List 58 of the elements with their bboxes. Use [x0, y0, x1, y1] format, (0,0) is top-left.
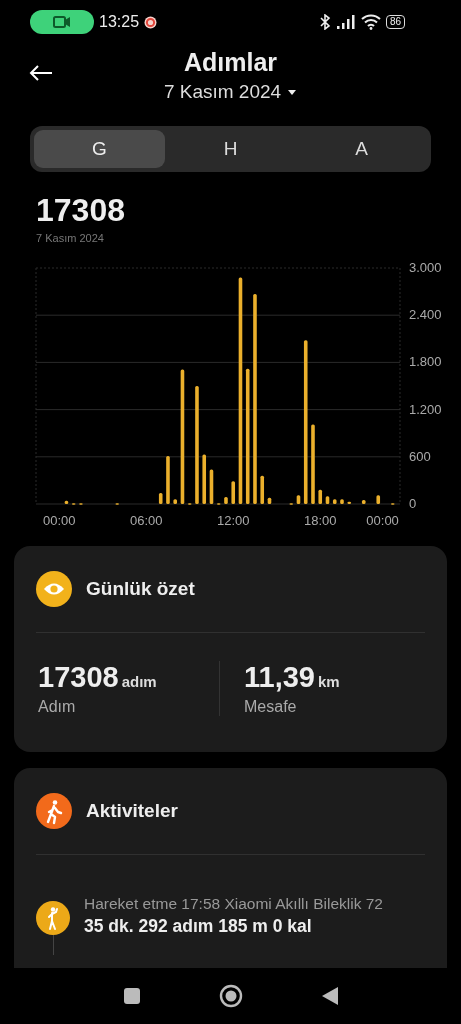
x-axis-label: 00:00: [42, 513, 76, 528]
chart-bar: [64, 500, 69, 504]
stat-label: Mesafe: [244, 698, 298, 716]
period-tab[interactable]: H: [165, 130, 296, 168]
total-date: 7 Kasım 2024: [36, 232, 105, 244]
chart-bar: [166, 456, 170, 504]
y-axis-label: 1.200: [409, 401, 442, 417]
chart-bar: [347, 501, 352, 504]
chart-bar: [340, 499, 344, 504]
y-axis-label: 3.000: [409, 260, 442, 275]
stat-unit: km: [318, 673, 340, 690]
eye-icon: [36, 571, 72, 607]
ring-icon: [144, 15, 158, 29]
chart-bar: [332, 499, 337, 504]
wifi-icon: [360, 14, 381, 30]
card-title: Aktiviteler: [86, 800, 178, 822]
step-total: 17308: [36, 192, 126, 229]
chart-bar: [260, 475, 265, 504]
chart-bar: [224, 496, 228, 504]
activity-title: Hareket etme 17:58 Xiaomi Akıllı Bileklik 72: [84, 895, 383, 913]
status-time: 13:25: [99, 13, 140, 31]
activity-details: 35 dk. 292 adım 185 m 0 kal: [84, 916, 313, 937]
x-axis-label: 18:00: [303, 513, 337, 528]
bluetooth-icon: [318, 14, 331, 30]
period-tab[interactable]: A: [296, 130, 427, 168]
y-axis-label: 0: [409, 496, 417, 511]
chart-bar: [267, 497, 272, 504]
stat-value: 17308: [38, 661, 119, 694]
chart-bar: [325, 496, 330, 504]
y-axis-label: 1.800: [409, 354, 442, 370]
chart-bar: [173, 499, 177, 504]
card-title: Günlük özet: [86, 578, 195, 600]
video-camera-icon: [53, 15, 71, 29]
stat-label: Adım: [38, 698, 77, 716]
exercise-icon: [36, 901, 70, 935]
y-axis-label: 2.400: [409, 307, 442, 323]
chart-bar: [202, 454, 206, 504]
chart-bar: [296, 495, 301, 504]
walking-icon: [36, 793, 72, 829]
page-title: Adımlar: [183, 48, 278, 77]
period-tab[interactable]: G: [34, 130, 165, 168]
chart-bar: [376, 495, 381, 504]
y-axis-label: 600: [409, 448, 431, 464]
signal-icon: [335, 15, 356, 29]
x-axis-label: 06:00: [129, 513, 163, 528]
caret-icon: [287, 88, 298, 96]
stat-value: 11,39: [244, 661, 315, 694]
chart-bar: [231, 481, 236, 504]
stat-unit: adım: [121, 673, 157, 690]
chart-bar: [158, 493, 163, 504]
chart-bar: [318, 489, 323, 504]
x-axis-label: 12:00: [216, 513, 250, 528]
date-selector[interactable]: 7 Kasım 2024: [163, 81, 298, 103]
chart-bar: [361, 500, 366, 504]
chart-bar: [209, 469, 214, 504]
x-axis-label: 00:00: [366, 513, 399, 528]
battery-indicator: 86: [385, 15, 405, 29]
call-indicator[interactable]: [30, 10, 94, 34]
